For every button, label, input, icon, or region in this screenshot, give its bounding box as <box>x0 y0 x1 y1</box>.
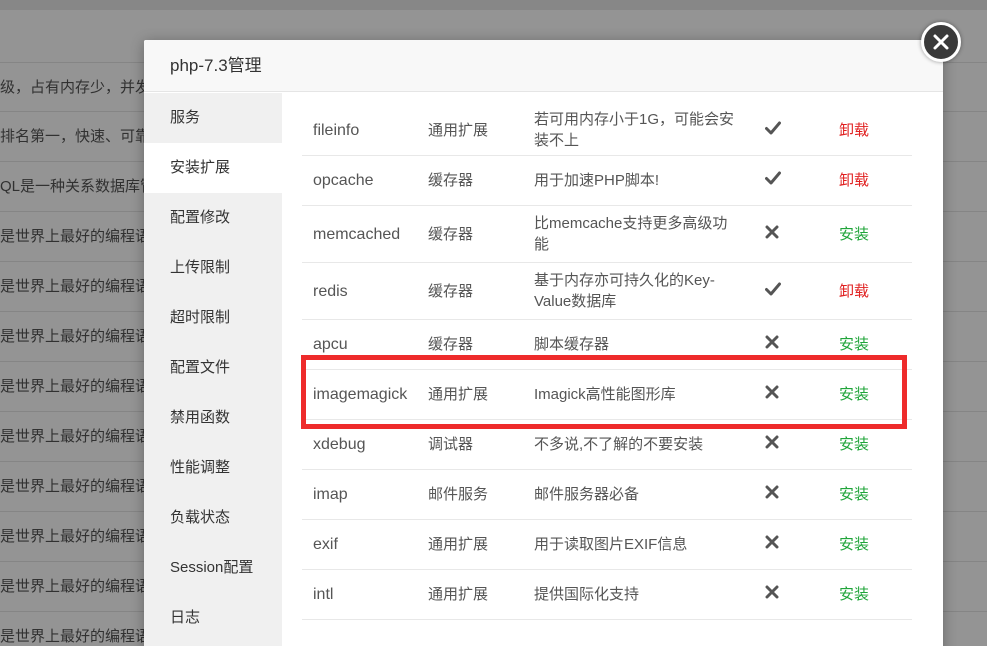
extension-type: 缓存器 <box>428 172 474 189</box>
extension-row: apcu 缓存器 脚本缓存器 安装 <box>302 320 912 370</box>
extension-name: redis <box>313 282 348 300</box>
cross-icon <box>749 534 825 555</box>
extension-name: imagemagick <box>313 386 408 403</box>
extension-description: 提供国际化支持 <box>534 586 640 603</box>
extension-row: intl 通用扩展 提供国际化支持 安装 <box>302 570 912 620</box>
uninstall-link[interactable]: 卸载 <box>825 281 912 302</box>
extension-type: 通用扩展 <box>428 586 489 603</box>
extension-description: 用于加速PHP脚本! <box>534 172 660 189</box>
extension-description: 若可用内存小于1G，可能会安装不上 <box>534 111 735 149</box>
sidebar-item[interactable]: 配置文件 <box>144 343 282 393</box>
install-link[interactable]: 安装 <box>825 334 912 355</box>
extension-row: opcache 缓存器 用于加速PHP脚本! 卸载 <box>302 156 912 206</box>
extension-type: 缓存器 <box>428 336 474 353</box>
extension-name: intl <box>313 586 334 603</box>
extensions-table: fileinfo 通用扩展 若可用内存小于1G，可能会安装不上 卸载 opcache 缓存… <box>302 105 912 620</box>
sidebar-item[interactable]: 禁用函数 <box>144 393 282 443</box>
extension-type: 缓存器 <box>428 282 474 300</box>
extension-row: exif 通用扩展 用于读取图片EXIF信息 安装 <box>302 520 912 570</box>
close-icon <box>933 34 949 50</box>
extension-type: 邮件服务 <box>428 486 489 503</box>
cross-icon <box>749 484 825 505</box>
cross-icon <box>749 434 825 455</box>
sidebar-item[interactable]: 日志 <box>144 593 282 643</box>
extension-type: 通用扩展 <box>428 386 489 403</box>
sidebar-item[interactable]: 上传限制 <box>144 243 282 293</box>
cross-icon <box>749 224 825 245</box>
extension-name: xdebug <box>313 436 366 453</box>
extension-row: memcached 缓存器 比memcache支持更多高级功能 安装 <box>302 206 912 263</box>
dialog-body: 服务 安装扩展 配置修改 上传限制 超时限制 配置文件 禁用函数 性能调整 负载状态 Sessio… <box>144 93 943 646</box>
extension-row: redis 缓存器 基于内存亦可持久化的Key-Value数据库 卸载 <box>302 263 912 320</box>
cross-icon <box>749 334 825 355</box>
sidebar: 服务 安装扩展 配置修改 上传限制 超时限制 配置文件 禁用函数 性能调整 负载状态 Sessio… <box>144 93 282 646</box>
extension-type: 通用扩展 <box>428 121 489 139</box>
extension-type: 缓存器 <box>428 225 474 243</box>
close-button[interactable] <box>921 22 961 62</box>
sidebar-item[interactable]: 安装扩展 <box>144 143 282 193</box>
sidebar-item[interactable]: 服务 <box>144 93 282 143</box>
uninstall-link[interactable]: 卸载 <box>825 170 912 191</box>
check-icon <box>749 120 825 141</box>
extension-name: imap <box>313 486 348 503</box>
dialog-title: php-7.3管理 <box>144 40 943 92</box>
install-link[interactable]: 安装 <box>825 384 912 405</box>
install-link[interactable]: 安装 <box>825 224 912 245</box>
check-icon <box>749 281 825 302</box>
install-link[interactable]: 安装 <box>825 534 912 555</box>
php-manage-dialog: php-7.3管理 服务 安装扩展 配置修改 上传限制 超时限制 配置文件 禁用函数 性能调整… <box>144 40 943 646</box>
sidebar-item[interactable]: Session配置 <box>144 543 282 593</box>
sidebar-item[interactable]: 负载状态 <box>144 493 282 543</box>
sidebar-item[interactable]: 性能调整 <box>144 443 282 493</box>
extension-name: fileinfo <box>313 121 360 139</box>
extension-row: xdebug 调试器 不多说,不了解的不要安装 安装 <box>302 420 912 470</box>
extension-description: 用于读取图片EXIF信息 <box>534 536 688 553</box>
extension-row: imagemagick 通用扩展 Imagick高性能图形库 安装 <box>302 370 912 420</box>
sidebar-item[interactable]: 配置修改 <box>144 193 282 243</box>
extension-row: imap 邮件服务 邮件服务器必备 安装 <box>302 470 912 520</box>
extension-description: Imagick高性能图形库 <box>534 386 676 403</box>
install-link[interactable]: 安装 <box>825 484 912 505</box>
extension-description: 不多说,不了解的不要安装 <box>534 436 704 453</box>
extensions-panel: fileinfo 通用扩展 若可用内存小于1G，可能会安装不上 卸载 opcache 缓存… <box>282 93 943 646</box>
extension-name: exif <box>313 536 338 553</box>
extension-name: apcu <box>313 336 348 353</box>
cross-icon <box>749 584 825 605</box>
install-link[interactable]: 安装 <box>825 584 912 605</box>
extension-name: memcached <box>313 225 401 243</box>
extension-type: 通用扩展 <box>428 536 489 553</box>
cross-icon <box>749 384 825 405</box>
extension-description: 脚本缓存器 <box>534 336 610 353</box>
extension-description: 基于内存亦可持久化的Key-Value数据库 <box>534 272 715 310</box>
extension-description: 邮件服务器必备 <box>534 486 640 503</box>
extension-description: 比memcache支持更多高级功能 <box>534 215 728 253</box>
extension-type: 调试器 <box>428 436 474 453</box>
check-icon <box>749 170 825 191</box>
sidebar-item[interactable]: 超时限制 <box>144 293 282 343</box>
install-link[interactable]: 安装 <box>825 434 912 455</box>
extension-name: opcache <box>313 172 374 189</box>
uninstall-link[interactable]: 卸载 <box>825 120 912 141</box>
extension-row: fileinfo 通用扩展 若可用内存小于1G，可能会安装不上 卸载 <box>302 105 912 156</box>
